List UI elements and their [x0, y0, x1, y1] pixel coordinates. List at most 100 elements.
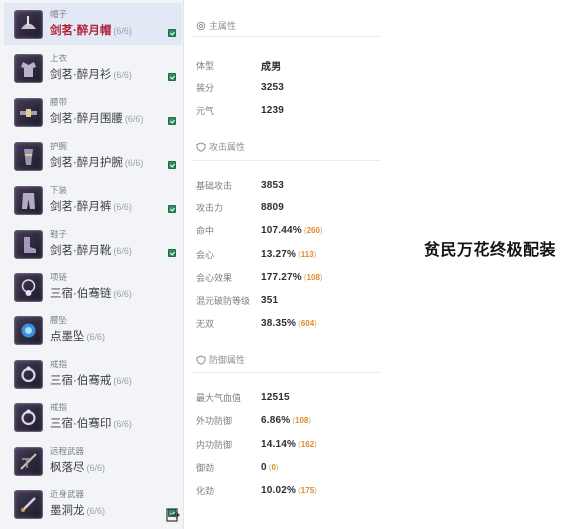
equipment-name: 枫落尽 — [50, 461, 85, 474]
attribute-value: 3253 — [261, 81, 285, 93]
robe-icon — [14, 53, 43, 83]
enhanced-badge-icon — [168, 29, 176, 37]
equipment-item[interactable]: 戒指 三宿·伯骞印 (6/6) — [4, 396, 182, 438]
attribute-label: 化劲 — [196, 485, 215, 496]
attribute-label: 攻击力 — [196, 202, 224, 213]
equipment-set-count: (6/6) — [124, 113, 144, 124]
attribute-row: 装分 3253 — [196, 80, 284, 94]
at-icon — [196, 21, 206, 30]
equipment-slot-label: 远程武器 — [50, 447, 85, 457]
enhanced-badge-icon — [168, 161, 176, 169]
enhanced-badge-icon — [168, 117, 176, 125]
equipment-slot-label: 戒指 — [50, 360, 68, 370]
attribute-value: 38.35% — [261, 317, 297, 329]
attribute-label: 体型 — [196, 60, 215, 71]
equipment-name: 剑茗·醉月帽 — [50, 24, 112, 37]
equipment-set-count: (6/6) — [113, 69, 132, 80]
necklace-icon — [14, 272, 43, 302]
attribute-bonus-value: 260 — [306, 225, 320, 235]
equipment-slot-label: 戒指 — [50, 403, 68, 413]
equipment-name: 墨洞龙 — [50, 504, 85, 517]
attribute-label: 混元破防等级 — [196, 295, 251, 306]
equipment-item[interactable]: 项链 三宿·伯骞链 (6/6) — [4, 266, 182, 308]
attribute-row: 无双 38.35% (604) — [196, 316, 317, 330]
attribute-bonus-value: 108 — [295, 415, 309, 425]
equipment-slot-label: 近身武器 — [50, 490, 85, 500]
attribute-row: 会心 13.27% (113) — [196, 247, 316, 261]
equipment-name: 剑茗·醉月护腕 — [50, 156, 123, 169]
bracer-icon — [14, 141, 43, 171]
attribute-label: 装分 — [196, 82, 215, 93]
equipment-slot-label: 帽子 — [50, 10, 68, 20]
attack-attributes-header: 攻击属性 — [196, 140, 245, 153]
attribute-row: 会心效果 177.27% (108) — [196, 270, 323, 284]
equipment-slot-label: 护腕 — [50, 142, 68, 152]
shield-icon — [196, 354, 206, 365]
pendant-icon — [14, 315, 43, 345]
equipment-slot-label: 下装 — [50, 186, 68, 196]
attribute-label: 无双 — [196, 318, 215, 329]
attribute-row: 命中 107.44% (260) — [196, 223, 323, 237]
equipment-item[interactable]: 戒指 三宿·伯骞戒 (6/6) — [4, 353, 182, 395]
attribute-row: 外功防御 6.86% (108) — [196, 413, 311, 427]
equipment-item[interactable]: 上衣 剑茗·醉月衫 (6/6) — [4, 47, 182, 89]
attribute-bonus: (0) — [268, 462, 279, 472]
equipment-set-count: (6/6) — [113, 201, 132, 212]
attribute-value: 3853 — [261, 179, 285, 191]
attribute-label: 基础攻击 — [196, 180, 233, 191]
attribute-row: 攻击力 8809 — [196, 200, 284, 214]
equipment-slot-label: 上衣 — [50, 54, 68, 64]
equipment-item[interactable]: 远程武器枫落尽 (6/6) — [4, 440, 182, 482]
attribute-value: 10.02% — [261, 484, 297, 496]
attribute-value: 成男 — [261, 61, 282, 73]
defense-attributes-header: 防御属性 — [196, 353, 245, 366]
melee-weapon-icon — [14, 489, 43, 519]
attribute-value: 8809 — [261, 201, 285, 213]
equipment-item[interactable]: 鞋子 剑茗·醉月靴 (6/6) — [4, 223, 182, 265]
ranged-weapon-icon — [14, 446, 43, 476]
equipment-set-count: (6/6) — [113, 418, 132, 429]
equipment-name: 点墨坠 — [50, 330, 85, 343]
attribute-bonus-value: 162 — [300, 439, 315, 449]
attribute-value: 177.27% — [261, 271, 302, 283]
equipment-item[interactable]: 近身武器墨洞龙 (6/6) — [4, 483, 182, 525]
equipment-set-count: (6/6) — [86, 505, 106, 516]
section-divider — [192, 160, 380, 161]
equipment-item[interactable]: 下装剑茗·醉月裤 (6/6) — [4, 179, 182, 221]
equipment-name: 三宿·伯骞戒 — [50, 374, 112, 387]
attribute-label: 御劲 — [196, 462, 215, 473]
attribute-bonus: (162) — [298, 439, 317, 449]
equipment-item[interactable]: 帽子 剑茗·醉月帽 (6/6) — [4, 3, 182, 45]
equipment-item[interactable]: 腰坠 点墨坠 (6/6) — [4, 309, 182, 351]
attribute-label: 内功防御 — [196, 439, 233, 450]
equipment-name: 剑茗·醉月裤 — [50, 200, 112, 213]
equipment-set-count: (6/6) — [86, 331, 106, 342]
attribute-bonus-value: 604 — [300, 318, 315, 328]
equipment-slot-label: 腰带 — [50, 98, 68, 108]
equipment-set-count: (6/6) — [86, 462, 106, 473]
equipment-item[interactable]: 护腕 剑茗·醉月护腕 (6/6) — [4, 135, 182, 177]
equipment-slot-label: 鞋子 — [50, 230, 68, 240]
attribute-panel: 主属性 体型 成男 装分 3253 元气 1239 攻击属性 基础攻击 3853 攻击力 880… — [188, 0, 382, 529]
main-attributes-header: 主属性 — [196, 19, 236, 32]
section-divider — [192, 372, 380, 373]
equipment-set-count: (6/6) — [113, 245, 132, 256]
attribute-bonus: (260) — [303, 225, 323, 235]
exit-icon[interactable] — [166, 508, 180, 522]
attribute-row: 内功防御 14.14% (162) — [196, 437, 317, 451]
attribute-row: 混元破防等级 351 — [196, 293, 278, 307]
attribute-label: 会心效果 — [196, 272, 233, 283]
attribute-value: 14.14% — [261, 438, 297, 450]
shield-icon — [196, 141, 206, 152]
belt-icon — [14, 97, 43, 127]
attribute-label: 外功防御 — [196, 415, 233, 426]
equipment-slot-label: 项链 — [50, 273, 68, 283]
attribute-bonus: (604) — [298, 318, 317, 328]
equipment-item[interactable]: 腰带 剑茗·醉月围腰 (6/6) — [4, 91, 182, 133]
attribute-value: 13.27% — [261, 248, 297, 260]
defense-attributes-title: 防御属性 — [209, 355, 246, 365]
attribute-label: 会心 — [196, 249, 215, 260]
attribute-value: 0 — [261, 461, 267, 473]
attribute-row: 体型 成男 — [196, 58, 282, 73]
attack-attributes-title: 攻击属性 — [209, 142, 246, 152]
